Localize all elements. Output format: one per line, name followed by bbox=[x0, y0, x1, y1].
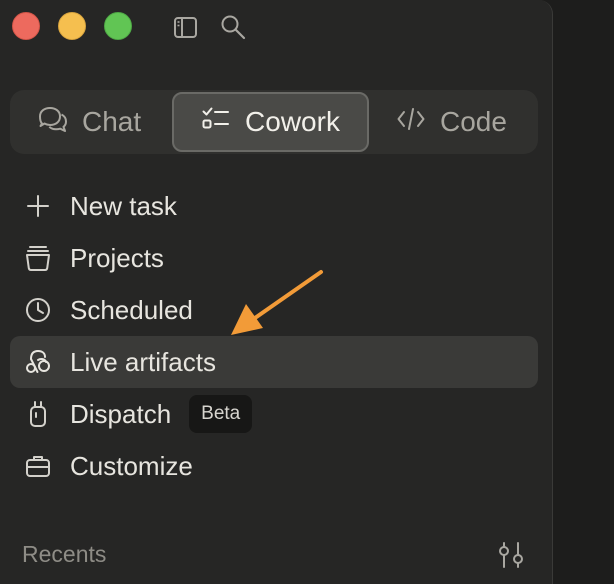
tab-chat-label: Chat bbox=[82, 106, 142, 137]
main-pane-edge bbox=[553, 0, 614, 584]
tab-code-label: Code bbox=[440, 106, 507, 137]
sidebar-toggle-icon[interactable] bbox=[172, 14, 198, 40]
sidebar-item-label: Projects bbox=[70, 242, 164, 273]
window-controls bbox=[12, 12, 132, 40]
sidebar-item-label: Dispatch bbox=[70, 398, 172, 429]
sidebar-item-projects[interactable]: Projects bbox=[10, 232, 538, 284]
clock-icon bbox=[24, 296, 52, 324]
sidebar-item-label: Scheduled bbox=[70, 294, 193, 325]
briefcase-icon bbox=[24, 452, 52, 480]
tab-code[interactable]: Code bbox=[396, 92, 507, 152]
beta-badge: Beta bbox=[189, 395, 253, 433]
sidebar-nav: New task Projects Scheduled Live artifac… bbox=[10, 180, 538, 492]
folder-icon bbox=[24, 244, 52, 272]
tab-cowork[interactable]: Cowork bbox=[172, 92, 369, 152]
code-icon bbox=[396, 105, 426, 140]
sidebar-item-scheduled[interactable]: Scheduled bbox=[10, 284, 538, 336]
checklist-icon bbox=[201, 105, 231, 140]
filter-icon[interactable] bbox=[496, 540, 526, 570]
close-button[interactable] bbox=[12, 12, 40, 40]
sidebar-item-customize[interactable]: Customize bbox=[10, 440, 538, 492]
live-artifacts-icon bbox=[24, 348, 52, 376]
tab-cowork-label: Cowork bbox=[245, 106, 340, 137]
search-icon[interactable] bbox=[220, 14, 246, 40]
zoom-button[interactable] bbox=[104, 12, 132, 40]
sidebar-item-live-artifacts[interactable]: Live artifacts bbox=[10, 336, 538, 388]
tab-chat[interactable]: Chat bbox=[38, 92, 141, 152]
sidebar: Chat Cowork Code New task Projects Sched… bbox=[0, 0, 553, 584]
chat-icon bbox=[38, 105, 68, 140]
plus-icon bbox=[24, 192, 52, 220]
minimize-button[interactable] bbox=[58, 12, 86, 40]
toolbar-icons bbox=[172, 14, 246, 40]
device-icon bbox=[24, 400, 52, 428]
sidebar-item-label: Live artifacts bbox=[70, 346, 216, 377]
sidebar-item-new-task[interactable]: New task bbox=[10, 180, 538, 232]
sidebar-item-dispatch[interactable]: Dispatch Beta bbox=[10, 388, 538, 440]
sidebar-item-label: New task bbox=[70, 190, 177, 221]
mode-switch: Chat Cowork Code bbox=[10, 90, 538, 154]
recents-heading: Recents bbox=[22, 541, 107, 567]
sidebar-item-label: Customize bbox=[70, 450, 193, 481]
app-window: Chat Cowork Code New task Projects Sched… bbox=[0, 0, 614, 584]
